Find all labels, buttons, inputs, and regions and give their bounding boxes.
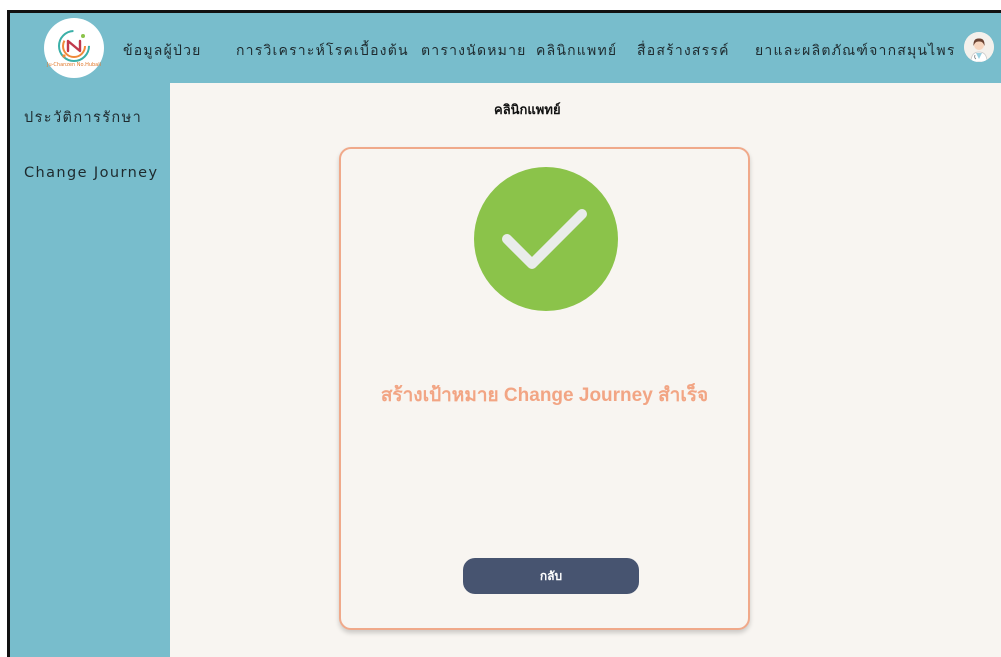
app-window: Ju-Chanzen No.Hubali ข้อมูลผู้ป่วย การวิ… bbox=[7, 10, 1001, 657]
nav-item-creative-media[interactable]: สื่อสร้างสรรค์ bbox=[637, 40, 730, 62]
sidebar-item-change-journey[interactable]: Change Journey bbox=[24, 165, 158, 181]
page-title: คลินิกแพทย์ bbox=[494, 103, 561, 118]
success-badge bbox=[474, 167, 618, 311]
back-button[interactable]: กลับ bbox=[463, 558, 639, 594]
nav-item-patient-info[interactable]: ข้อมูลผู้ป่วย bbox=[123, 40, 202, 62]
app-logo[interactable]: Ju-Chanzen No.Hubali bbox=[44, 18, 104, 78]
nav-item-diagnosis[interactable]: การวิเคราะห์โรคเบื้องต้น bbox=[236, 40, 409, 62]
sidebar: ประวัติการรักษา Change Journey bbox=[10, 83, 170, 657]
doctor-avatar-icon bbox=[964, 32, 994, 62]
logo-text: Ju-Chanzen No.Hubali bbox=[46, 62, 102, 68]
nav-item-appointments[interactable]: ตารางนัดหมาย bbox=[421, 40, 527, 62]
success-message: สร้างเป้าหมาย Change Journey สำเร็จ bbox=[380, 385, 709, 406]
logo-icon bbox=[58, 30, 90, 62]
check-circle-icon bbox=[502, 209, 587, 269]
nav-item-clinic[interactable]: คลินิกแพทย์ bbox=[536, 40, 617, 62]
success-card: สร้างเป้าหมาย Change Journey สำเร็จ กลับ bbox=[339, 147, 750, 630]
sidebar-item-treatment-history[interactable]: ประวัติการรักษา bbox=[24, 106, 142, 129]
top-nav-bar: Ju-Chanzen No.Hubali ข้อมูลผู้ป่วย การวิ… bbox=[10, 13, 1001, 83]
user-avatar[interactable] bbox=[964, 32, 994, 62]
nav-item-herbal-products[interactable]: ยาและผลิตภัณฑ์จากสมุนไพร bbox=[755, 40, 956, 62]
